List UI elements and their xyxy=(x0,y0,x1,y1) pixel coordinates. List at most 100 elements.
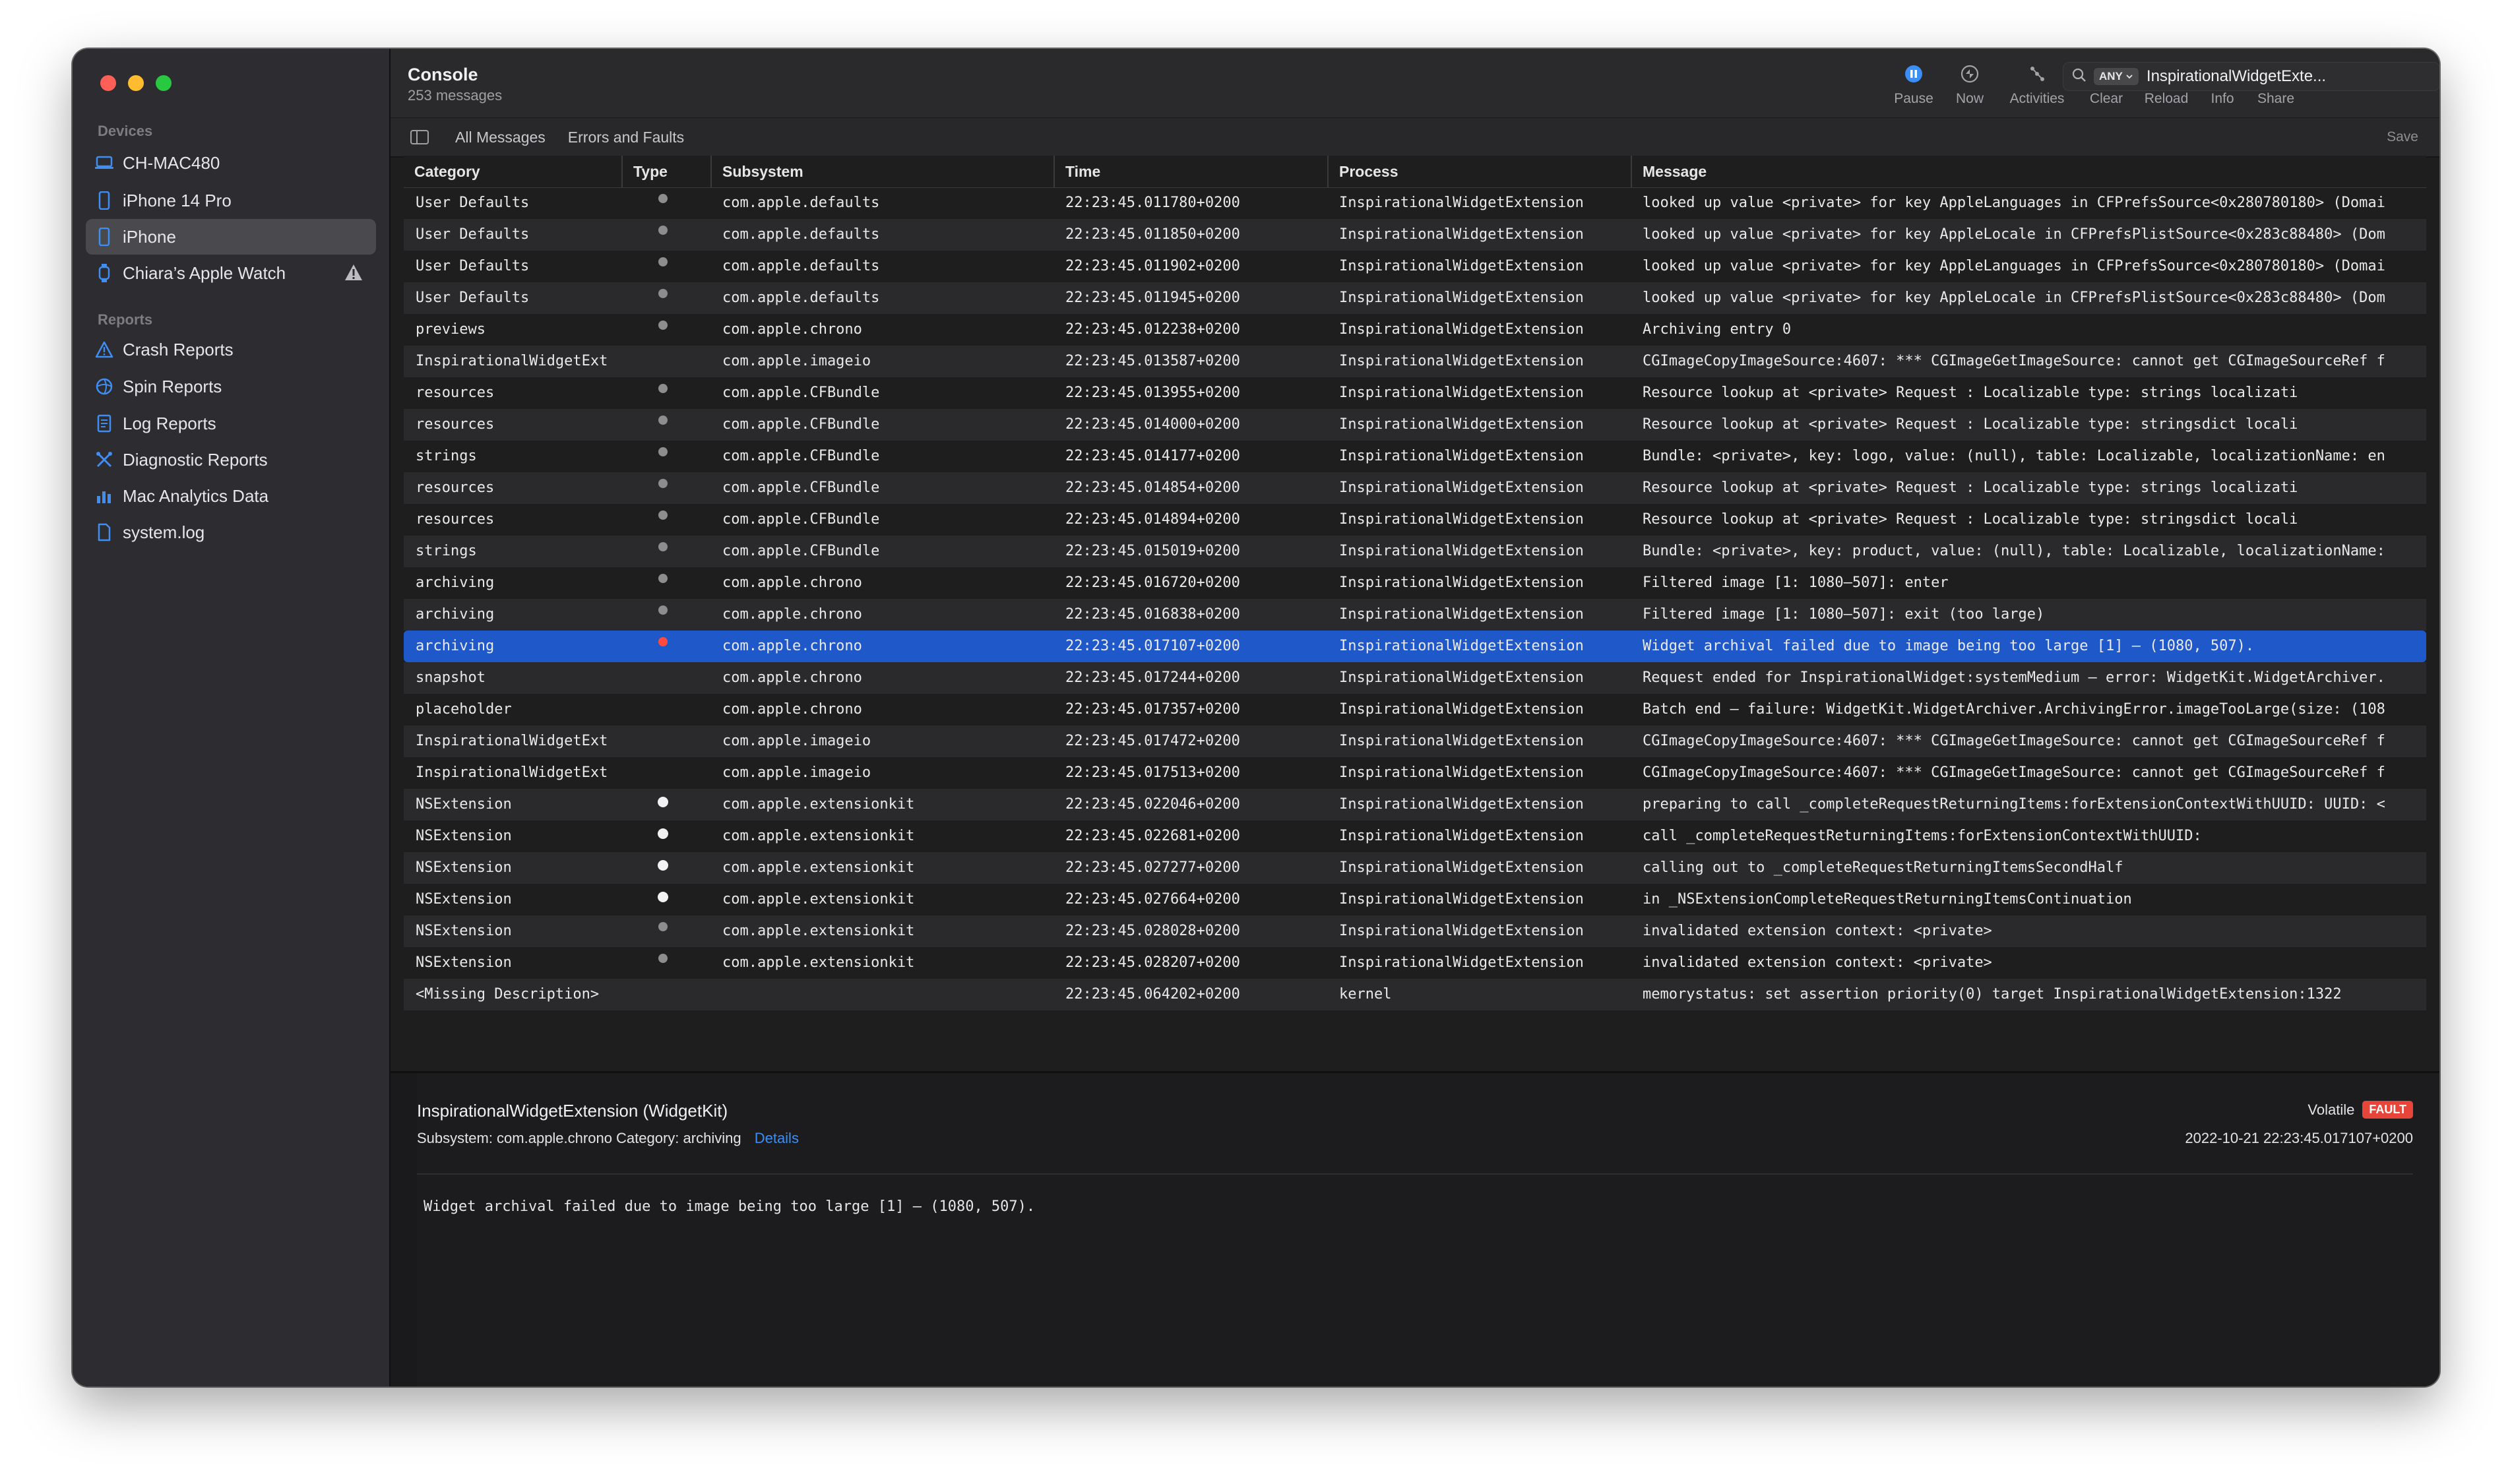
search-token-any[interactable]: ANY xyxy=(2094,68,2139,85)
row-message: Bundle: <private>, key: logo, value: (nu… xyxy=(1643,448,2385,464)
now-button[interactable]: Now xyxy=(1933,62,2006,107)
table-row[interactable]: resources com.apple.CFBundle 22:23:45.0140… xyxy=(404,409,2426,441)
table-row[interactable]: NSExtension com.apple.extensionkit 22:23:4… xyxy=(404,789,2426,820)
row-process: InspirationalWidgetExtension xyxy=(1339,891,1584,908)
table-header: Category Type Subsystem Time Process Mes… xyxy=(404,156,2426,188)
row-process: InspirationalWidgetExtension xyxy=(1339,321,1584,338)
row-category: NSExtension xyxy=(416,796,512,813)
default-level-dot-icon xyxy=(658,289,668,298)
row-category: User Defaults xyxy=(416,195,530,211)
table-row[interactable]: User Defaults com.apple.defaults 22:23:45.… xyxy=(404,282,2426,314)
table-row[interactable]: NSExtension com.apple.extensionkit 22:23:4… xyxy=(404,820,2426,852)
detail-content: InspirationalWidgetExtension (WidgetKit)… xyxy=(417,1073,2413,1386)
row-time: 22:23:45.015019+0200 xyxy=(1065,543,1240,559)
details-link[interactable]: Details xyxy=(755,1130,799,1146)
column-header-type[interactable]: Type xyxy=(621,156,710,187)
sidebar-item-log-reports[interactable]: Log Reports xyxy=(86,406,376,441)
table-row[interactable]: NSExtension com.apple.extensionkit 22:23:4… xyxy=(404,884,2426,915)
table-row[interactable]: strings com.apple.CFBundle 22:23:45.014177… xyxy=(404,441,2426,472)
column-header-category[interactable]: Category xyxy=(404,156,621,187)
table-row[interactable]: resources com.apple.CFBundle 22:23:45.0148… xyxy=(404,472,2426,504)
sidebar-item-crash-reports[interactable]: Crash Reports xyxy=(86,332,376,367)
table-row[interactable]: InspirationalWidgetExt com.apple.imageio 2… xyxy=(404,346,2426,377)
table-row-selected[interactable]: archiving com.apple.chrono 22:23:45.017107… xyxy=(404,631,2426,662)
table-row[interactable]: archiving com.apple.chrono 22:23:45.016838… xyxy=(404,599,2426,631)
zoom-window-button[interactable] xyxy=(156,75,172,91)
row-subsystem: com.apple.extensionkit xyxy=(722,923,915,939)
row-time: 22:23:45.014854+0200 xyxy=(1065,479,1240,496)
row-category: snapshot xyxy=(416,669,486,686)
row-type xyxy=(621,314,710,346)
sidebar-item-label: iPhone 14 Pro xyxy=(123,190,232,210)
sidebar-item-label: Chiara’s Apple Watch xyxy=(123,263,286,283)
default-level-dot-icon xyxy=(658,922,668,931)
row-subsystem: com.apple.CFBundle xyxy=(722,479,880,496)
row-type xyxy=(621,282,710,314)
table-row[interactable]: resources com.apple.CFBundle 22:23:45.0139… xyxy=(404,377,2426,409)
share-label: Share xyxy=(2257,91,2295,106)
sidebar-item-apple-watch[interactable]: Chiara’s Apple Watch xyxy=(86,255,376,291)
row-subsystem: com.apple.imageio xyxy=(722,353,871,369)
column-header-subsystem[interactable]: Subsystem xyxy=(710,156,1053,187)
table-row[interactable]: InspirationalWidgetExt com.apple.imageio 2… xyxy=(404,757,2426,789)
save-button[interactable]: Save xyxy=(2387,129,2418,145)
row-message: memorystatus: set assertion priority(0) … xyxy=(1643,986,2342,1003)
row-time: 22:23:45.017107+0200 xyxy=(1065,638,1240,654)
filter-all-messages[interactable]: All Messages xyxy=(455,129,546,146)
toolbar: Console 253 messages Pause Now Activitie… xyxy=(391,49,2439,117)
row-message: Resource lookup at <private> Request : L… xyxy=(1643,479,2298,496)
sidebar: Devices CH-MAC480 iPhone 14 Pro iPhone C… xyxy=(73,49,391,1386)
laptop-icon xyxy=(86,156,123,170)
column-header-time[interactable]: Time xyxy=(1053,156,1327,187)
row-process: InspirationalWidgetExtension xyxy=(1339,669,1584,686)
row-time: 22:23:45.017513+0200 xyxy=(1065,764,1240,781)
row-category: archiving xyxy=(416,638,495,654)
minimize-window-button[interactable] xyxy=(128,75,144,91)
search-field[interactable]: ANY InspirationalWidgetExte... xyxy=(2063,62,2439,91)
row-process: InspirationalWidgetExtension xyxy=(1339,859,1584,876)
row-category: archiving xyxy=(416,606,495,623)
row-time: 22:23:45.011945+0200 xyxy=(1065,290,1240,306)
filter-errors-and-faults[interactable]: Errors and Faults xyxy=(568,129,684,146)
volatile-label: Volatile xyxy=(2308,1101,2355,1118)
watch-icon xyxy=(86,264,123,282)
row-subsystem: com.apple.defaults xyxy=(722,290,880,306)
table-row[interactable]: placeholder com.apple.chrono 22:23:45.0173… xyxy=(404,694,2426,726)
close-window-button[interactable] xyxy=(100,75,116,91)
sidebar-item-label: Mac Analytics Data xyxy=(123,485,269,506)
table-row[interactable]: strings com.apple.CFBundle 22:23:45.015019… xyxy=(404,536,2426,567)
table-row[interactable]: User Defaults com.apple.defaults 22:23:45.… xyxy=(404,219,2426,251)
sidebar-item-mac-analytics-data[interactable]: Mac Analytics Data xyxy=(86,478,376,514)
default-level-dot-icon xyxy=(658,510,668,520)
iphone-icon xyxy=(86,228,123,246)
table-row[interactable]: resources com.apple.CFBundle 22:23:45.0148… xyxy=(404,504,2426,536)
row-process: InspirationalWidgetExtension xyxy=(1339,479,1584,496)
table-row[interactable]: NSExtension com.apple.extensionkit 22:23:4… xyxy=(404,947,2426,979)
column-header-process[interactable]: Process xyxy=(1327,156,1631,187)
table-row[interactable]: User Defaults com.apple.defaults 22:23:45.… xyxy=(404,251,2426,282)
sidebar-item-ch-mac480[interactable]: CH-MAC480 xyxy=(86,145,376,181)
sidebar-item-label: Crash Reports xyxy=(123,339,234,359)
sidebar-item-iphone[interactable]: iPhone xyxy=(86,219,376,255)
table-row[interactable]: previews com.apple.chrono 22:23:45.012238+… xyxy=(404,314,2426,346)
table-row[interactable]: snapshot com.apple.chrono 22:23:45.017244+… xyxy=(404,662,2426,694)
sidebar-item-iphone-14-pro[interactable]: iPhone 14 Pro xyxy=(86,183,376,218)
column-header-message[interactable]: Message xyxy=(1631,156,2435,187)
row-process: InspirationalWidgetExtension xyxy=(1339,290,1584,306)
sidebar-item-label: system.log xyxy=(123,522,205,542)
table-row[interactable]: InspirationalWidgetExt com.apple.imageio 2… xyxy=(404,726,2426,757)
row-category: InspirationalWidgetExt xyxy=(416,733,608,749)
table-row[interactable]: NSExtension com.apple.extensionkit 22:23:4… xyxy=(404,915,2426,947)
table-row[interactable]: <Missing Description> 22:23:45.064202+020… xyxy=(404,979,2426,1010)
sidebar-item-system-log[interactable]: system.log xyxy=(86,514,376,550)
table-row[interactable]: NSExtension com.apple.extensionkit 22:23:4… xyxy=(404,852,2426,884)
search-token-label: ANY xyxy=(2099,70,2123,82)
sidebar-item-diagnostic-reports[interactable]: Diagnostic Reports xyxy=(86,442,376,478)
row-category: archiving xyxy=(416,574,495,591)
table-row[interactable]: archiving com.apple.chrono 22:23:45.016720… xyxy=(404,567,2426,599)
sidebar-toggle-icon[interactable] xyxy=(410,130,429,144)
row-time: 22:23:45.013587+0200 xyxy=(1065,353,1240,369)
sidebar-item-spin-reports[interactable]: Spin Reports xyxy=(86,369,376,404)
row-time: 22:23:45.014000+0200 xyxy=(1065,416,1240,433)
table-row[interactable]: User Defaults com.apple.defaults 22:23:45.… xyxy=(404,187,2426,219)
